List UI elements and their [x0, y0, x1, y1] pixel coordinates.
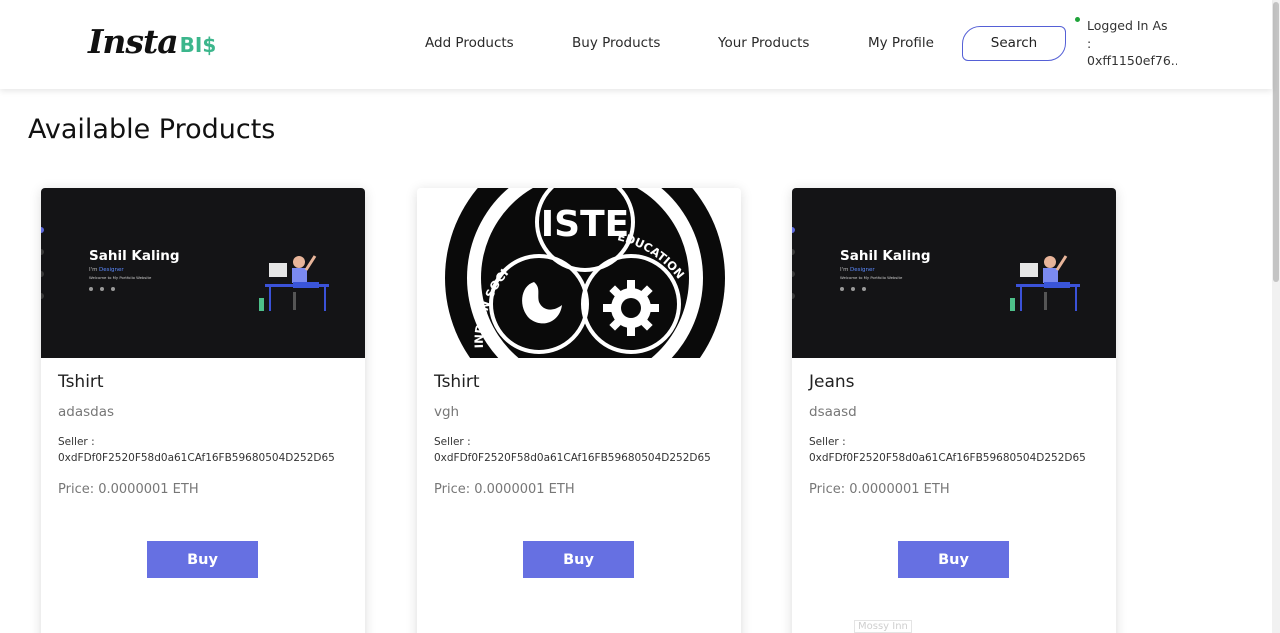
brand-name: Insta [88, 22, 179, 61]
nav-buy-products[interactable]: Buy Products [572, 35, 660, 51]
product-image-iste: ISTE INDIAN SOCI EDUCATION [417, 188, 741, 358]
product-card: ISTE INDIAN SOCI EDUCATION Tshirt vgh Se… [417, 188, 741, 633]
buy-button[interactable]: Buy [898, 541, 1009, 578]
product-title: Jeans [809, 372, 855, 392]
banner-role: Designer [99, 267, 124, 273]
product-image-portfolio: Sahil Kaling I'm Designer Welcome to My … [792, 188, 1116, 358]
seller-address: 0xdFDf0F2520F58d0a61CAf16FB59680504D252D… [434, 452, 711, 464]
product-description: adasdas [58, 404, 115, 420]
page-scrollbar[interactable] [1272, 0, 1280, 633]
product-price: Price: 0.0000001 ETH [58, 482, 199, 497]
product-title: Tshirt [58, 372, 104, 392]
banner-name: Sahil Kaling [840, 248, 931, 264]
top-navbar: Insta BI$ Add Products Buy Products Your… [0, 0, 1272, 89]
product-card: Sahil Kaling I'm Designer Welcome to My … [792, 188, 1116, 633]
product-description: dsaasd [809, 404, 857, 420]
search-button[interactable]: Search [962, 26, 1066, 61]
product-price: Price: 0.0000001 ETH [434, 482, 575, 497]
seller-address: 0xdFDf0F2520F58d0a61CAf16FB59680504D252D… [809, 452, 1086, 464]
nav-add-products[interactable]: Add Products [425, 35, 514, 51]
banner-role: Designer [850, 267, 875, 273]
brand-name-accent: BI$ [179, 33, 217, 57]
banner-role-prefix: I'm [840, 267, 849, 273]
product-price: Price: 0.0000001 ETH [809, 482, 950, 497]
online-status-icon [1075, 17, 1080, 22]
nav-my-profile[interactable]: My Profile [868, 35, 934, 51]
buy-button[interactable]: Buy [523, 541, 634, 578]
portfolio-banner-image: Sahil Kaling I'm Designer Welcome to My … [792, 188, 1116, 358]
buy-button[interactable]: Buy [147, 541, 258, 578]
login-info: Logged In As : 0xff1150ef76... [1087, 17, 1177, 70]
brand-logo[interactable]: Insta BI$ [88, 20, 216, 60]
product-description: vgh [434, 404, 460, 420]
product-title: Tshirt [434, 372, 480, 392]
login-label: Logged In As [1087, 18, 1168, 33]
product-image-portfolio: Sahil Kaling I'm Designer Welcome to My … [41, 188, 365, 358]
login-separator: : [1087, 35, 1092, 51]
seller-label: Seller : [58, 436, 95, 448]
banner-tagline: Welcome to My Portfolio Website [89, 275, 152, 280]
banner-tagline: Welcome to My Portfolio Website [840, 275, 903, 280]
banner-name: Sahil Kaling [89, 248, 180, 264]
iste-initials: ISTE [541, 204, 629, 245]
product-card: Sahil Kaling I'm Designer Welcome to My … [41, 188, 365, 633]
seller-label: Seller : [434, 436, 471, 448]
page-title: Available Products [28, 114, 276, 145]
iste-logo-image: ISTE INDIAN SOCI EDUCATION [417, 188, 741, 358]
faint-overlay-tag: Mossy Inn [854, 620, 912, 633]
portfolio-banner-image: Sahil Kaling I'm Designer Welcome to My … [41, 188, 365, 358]
login-address: 0xff1150ef76... [1087, 53, 1177, 68]
seller-label: Seller : [809, 436, 846, 448]
nav-your-products[interactable]: Your Products [718, 35, 809, 51]
scrollbar-thumb[interactable] [1273, 2, 1279, 282]
seller-address: 0xdFDf0F2520F58d0a61CAf16FB59680504D252D… [58, 452, 335, 464]
banner-role-prefix: I'm [89, 267, 98, 273]
